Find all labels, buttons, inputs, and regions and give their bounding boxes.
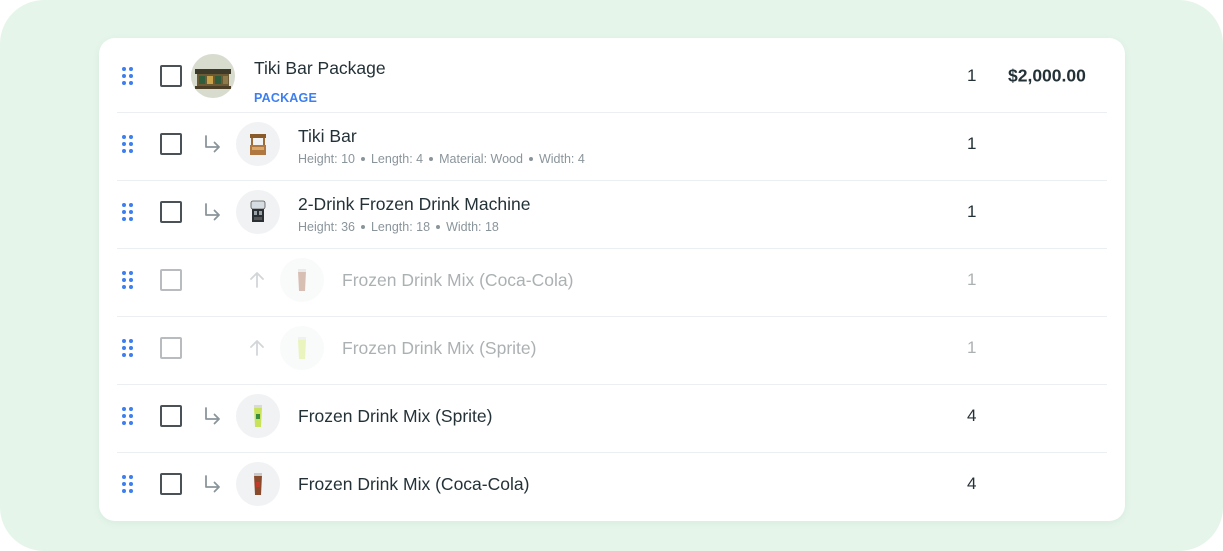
detail-width: Width: 18: [446, 220, 499, 234]
row-checkbox[interactable]: [160, 65, 182, 87]
detail-height: Height: 36: [298, 220, 355, 234]
item-quantity: 1: [967, 66, 977, 85]
detail-width: Width: 4: [538, 152, 585, 166]
item-quantity: 1: [967, 134, 977, 153]
sprite-cup-thumbnail: [280, 326, 324, 370]
cola-cup-thumbnail: [280, 258, 324, 302]
up-arrow-icon: [247, 270, 267, 290]
child-arrow-icon: [203, 134, 223, 154]
linked-item-row[interactable]: Frozen Drink Mix (Sprite) 1: [99, 317, 1125, 385]
drag-handle-icon[interactable]: [122, 407, 135, 425]
package-child-row[interactable]: Frozen Drink Mix (Coca-Cola) 4: [99, 453, 1125, 521]
package-child-row[interactable]: 2-Drink Frozen Drink Machine Height: 36 L…: [99, 181, 1125, 249]
item-title[interactable]: Frozen Drink Mix (Coca-Cola): [342, 270, 573, 291]
item-quantity: 1: [967, 270, 977, 289]
cola-cup-thumbnail: [236, 462, 280, 506]
item-title[interactable]: Frozen Drink Mix (Coca-Cola): [298, 474, 529, 495]
row-checkbox[interactable]: [160, 337, 182, 359]
item-title[interactable]: Tiki Bar Package: [254, 58, 386, 79]
package-row[interactable]: Tiki Bar Package PACKAGE 1 $2,000.00: [99, 45, 1125, 113]
package-child-row[interactable]: Tiki Bar Height: 10 Length: 4 Material: Wo…: [99, 113, 1125, 181]
item-price: $2,000.00: [1008, 65, 1086, 86]
child-arrow-icon: [203, 202, 223, 222]
app-background: Tiki Bar Package PACKAGE 1 $2,000.00 Tik…: [0, 0, 1223, 551]
item-title[interactable]: Tiki Bar: [298, 126, 357, 147]
item-quantity: 4: [967, 406, 977, 425]
item-details: Height: 10 Length: 4 Material: Wood Width: …: [298, 152, 585, 166]
tiki-bar-package-thumbnail: [191, 54, 235, 98]
row-checkbox[interactable]: [160, 269, 182, 291]
detail-material: Material: Wood: [439, 152, 523, 166]
linked-item-row[interactable]: Frozen Drink Mix (Coca-Cola) 1: [99, 249, 1125, 317]
drag-handle-icon[interactable]: [122, 475, 135, 493]
up-arrow-icon: [247, 338, 267, 358]
item-quantity: 1: [967, 202, 977, 221]
frozen-drink-machine-thumbnail: [236, 190, 280, 234]
drag-handle-icon[interactable]: [122, 271, 135, 289]
item-quantity: 1: [967, 338, 977, 357]
child-arrow-icon: [203, 406, 223, 426]
detail-length: Length: 18: [370, 220, 431, 234]
row-checkbox[interactable]: [160, 133, 182, 155]
sprite-cup-thumbnail: [236, 394, 280, 438]
detail-height: Height: 10: [298, 152, 355, 166]
item-title[interactable]: Frozen Drink Mix (Sprite): [298, 406, 492, 427]
drag-handle-icon[interactable]: [122, 135, 135, 153]
item-title[interactable]: Frozen Drink Mix (Sprite): [342, 338, 536, 359]
row-checkbox[interactable]: [160, 201, 182, 223]
item-details: Height: 36 Length: 18 Width: 18: [298, 220, 499, 234]
detail-length: Length: 4: [370, 152, 424, 166]
child-arrow-icon: [203, 474, 223, 494]
drag-handle-icon[interactable]: [122, 339, 135, 357]
package-items-card: Tiki Bar Package PACKAGE 1 $2,000.00 Tik…: [99, 38, 1125, 521]
row-checkbox[interactable]: [160, 405, 182, 427]
package-child-row[interactable]: Frozen Drink Mix (Sprite) 4: [99, 385, 1125, 453]
drag-handle-icon[interactable]: [122, 203, 135, 221]
row-checkbox[interactable]: [160, 473, 182, 495]
item-quantity: 4: [967, 474, 977, 493]
item-title[interactable]: 2-Drink Frozen Drink Machine: [298, 194, 530, 215]
package-badge: PACKAGE: [254, 91, 317, 105]
drag-handle-icon[interactable]: [122, 67, 135, 85]
tiki-bar-thumbnail: [236, 122, 280, 166]
